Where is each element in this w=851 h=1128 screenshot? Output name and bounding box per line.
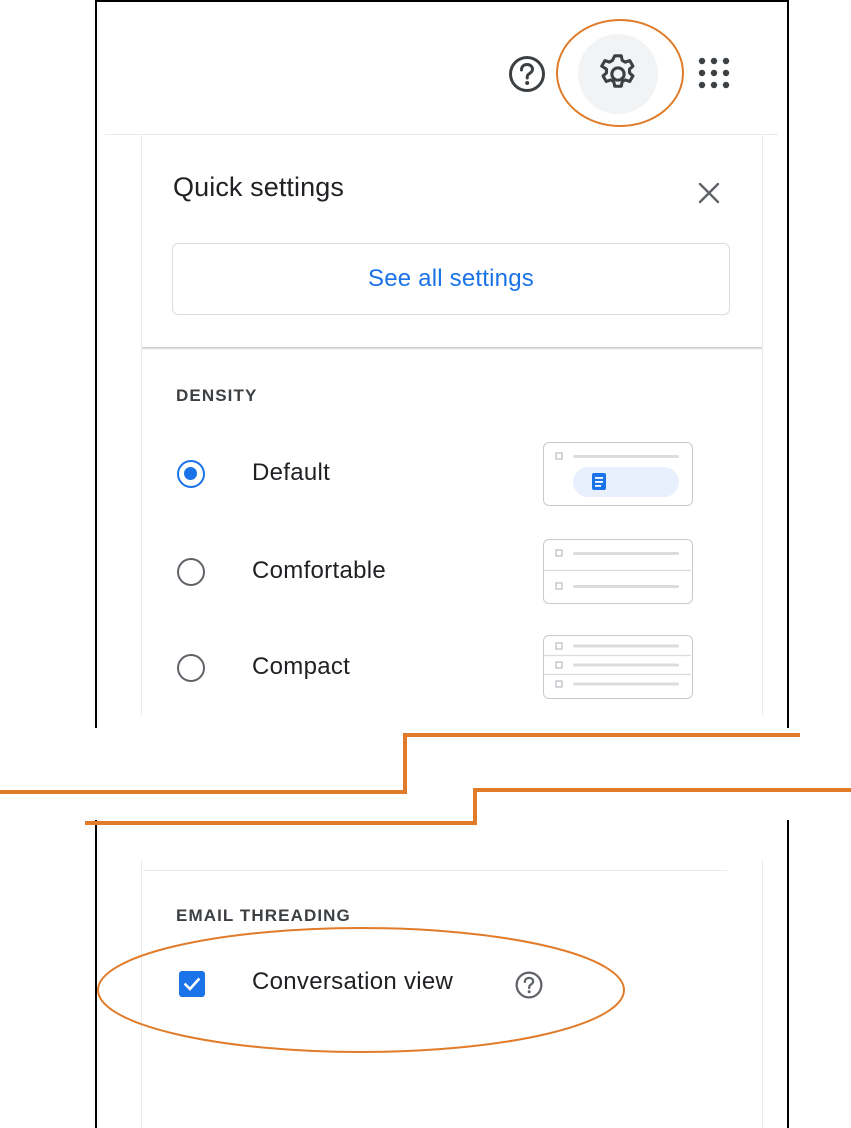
section-divider xyxy=(143,870,727,871)
panel-border-right-lower xyxy=(762,860,763,1128)
screenshot-frame-top xyxy=(95,0,789,728)
help-button[interactable] xyxy=(505,52,549,96)
comfortable-label: Comfortable xyxy=(252,557,387,584)
apps-button[interactable] xyxy=(691,50,737,96)
conversation-view-help-button[interactable] xyxy=(514,970,544,1000)
density-section-title: DENSITY xyxy=(176,386,258,405)
conversation-view-label: Conversation view xyxy=(252,968,454,995)
quick-settings-title: Quick settings xyxy=(173,172,344,202)
conversation-view-checkbox[interactable] xyxy=(179,971,205,997)
default-density-thumbnail xyxy=(543,442,693,506)
toolbar-divider xyxy=(105,134,778,135)
help-circle-icon xyxy=(515,971,543,999)
checkmark-icon xyxy=(183,977,201,991)
panel-border-left xyxy=(141,135,142,715)
panel-border-right xyxy=(762,135,763,715)
panel-header-shadow xyxy=(142,347,762,350)
density-option-compact[interactable]: Compact xyxy=(172,635,732,699)
help-circle-icon xyxy=(509,56,545,92)
break-line-upper xyxy=(0,733,800,794)
compact-label: Compact xyxy=(252,653,351,680)
close-button[interactable] xyxy=(689,175,729,211)
see-all-settings-button[interactable]: See all settings xyxy=(172,243,730,315)
gear-icon xyxy=(600,54,635,88)
comfortable-density-thumbnail xyxy=(543,539,693,604)
comfortable-radio[interactable] xyxy=(177,558,205,586)
email-threading-section-title: EMAIL THREADING xyxy=(176,906,351,925)
compact-density-thumbnail xyxy=(543,635,693,699)
default-radio[interactable] xyxy=(177,460,205,488)
density-option-default[interactable]: Default xyxy=(172,442,732,506)
settings-button[interactable] xyxy=(578,34,658,114)
break-line-lower xyxy=(85,788,851,825)
apps-grid-icon xyxy=(698,57,730,89)
default-label: Default xyxy=(252,459,331,486)
density-option-comfortable[interactable]: Comfortable xyxy=(172,539,732,604)
panel-border-left-lower xyxy=(141,860,142,1128)
close-icon xyxy=(698,182,720,204)
compact-radio[interactable] xyxy=(177,654,205,682)
